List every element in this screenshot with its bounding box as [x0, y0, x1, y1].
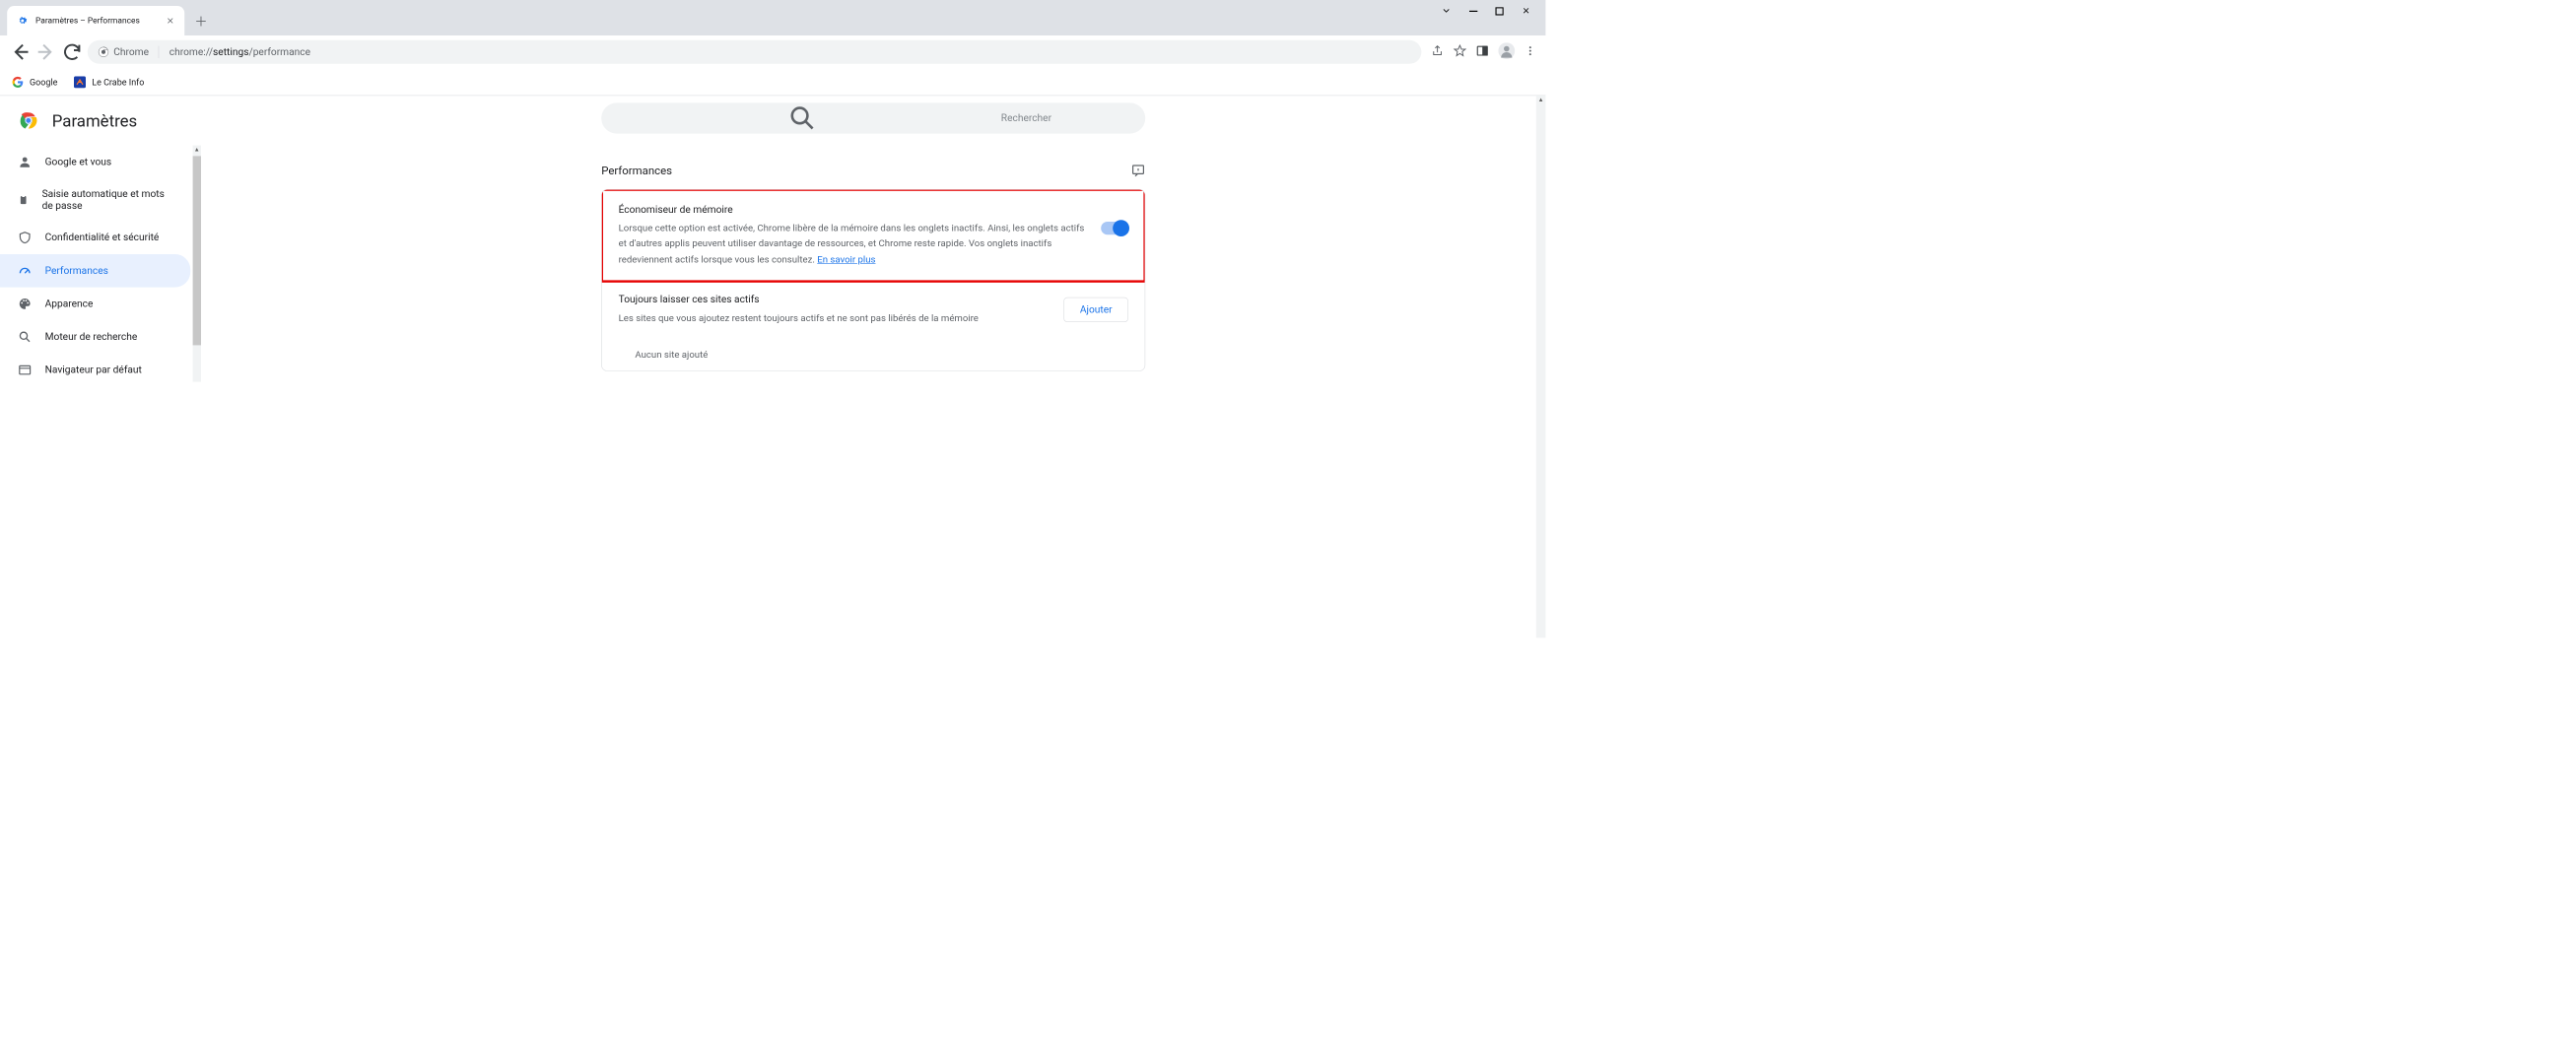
memory-saver-toggle[interactable] — [1101, 222, 1128, 234]
always-active-row: Toujours laisser ces sites actifs Les si… — [602, 282, 1145, 338]
add-site-button[interactable]: Ajouter — [1064, 298, 1128, 322]
maximize-icon[interactable] — [1495, 6, 1503, 17]
main-scrollbar[interactable]: ▲ — [1536, 96, 1546, 637]
bookmark-google[interactable]: Google — [12, 76, 57, 88]
settings-search[interactable] — [601, 102, 1145, 133]
titlebar: Paramètres – Performances ＋ — [0, 0, 1545, 35]
sidebar-item-privacy[interactable]: Confidentialité et sécurité — [0, 221, 190, 254]
forward-button[interactable] — [35, 41, 57, 63]
sidebar-item-performance[interactable]: Performances — [0, 254, 190, 288]
learn-more-link[interactable]: En savoir plus — [817, 253, 875, 264]
settings-brand: Paramètres — [0, 96, 201, 145]
google-icon — [12, 76, 24, 88]
minimize-icon[interactable] — [1469, 6, 1477, 17]
memory-saver-title: Économiseur de mémoire — [619, 204, 1087, 216]
bookmarks-bar: Google Le Crabe Info — [0, 69, 1545, 97]
tab-title: Paramètres – Performances — [35, 16, 159, 26]
menu-icon[interactable] — [1525, 44, 1536, 58]
feedback-icon[interactable] — [1131, 164, 1145, 177]
toolbar: Chrome │ chrome://settings/performance — [0, 35, 1545, 69]
clipboard-icon — [18, 193, 29, 207]
shield-icon — [18, 231, 32, 244]
site-chip: Chrome — [99, 46, 149, 58]
side-panel-icon[interactable] — [1476, 44, 1489, 60]
sidebar-item-autofill[interactable]: Saisie automatique et mots de passe — [0, 178, 190, 221]
browser-tab[interactable]: Paramètres – Performances — [7, 6, 184, 35]
main-content: ▲ Performances Économiseur de mémoire Lo… — [201, 96, 1545, 637]
search-input[interactable] — [1001, 112, 1132, 124]
window-controls — [1426, 0, 1545, 24]
crab-icon — [74, 76, 86, 88]
share-icon[interactable] — [1431, 44, 1444, 60]
sidebar: Paramètres Google et vous Saisie automat… — [0, 96, 201, 637]
search-icon — [614, 102, 990, 133]
new-tab-button[interactable]: ＋ — [190, 10, 212, 32]
performance-card: Économiseur de mémoire Lorsque cette opt… — [601, 189, 1145, 371]
address-bar[interactable]: Chrome │ chrome://settings/performance — [88, 40, 1422, 64]
close-icon[interactable] — [166, 16, 175, 26]
memory-saver-row: Économiseur de mémoire Lorsque cette opt… — [602, 190, 1145, 282]
search-icon — [18, 330, 32, 344]
chrome-icon — [99, 46, 109, 57]
palette-icon — [18, 297, 32, 310]
chevron-down-icon[interactable] — [1441, 5, 1452, 18]
person-icon — [18, 155, 32, 168]
sidebar-scrollbar[interactable]: ▲ — [193, 146, 201, 382]
browser-icon — [18, 363, 32, 376]
page-title: Paramètres — [52, 111, 137, 131]
chrome-logo-icon — [18, 110, 39, 132]
always-active-title: Toujours laisser ces sites actifs — [619, 294, 1064, 305]
gear-icon — [17, 15, 29, 27]
bookmark-star-icon[interactable] — [1454, 44, 1466, 60]
gauge-icon — [18, 264, 32, 278]
back-button[interactable] — [10, 41, 32, 63]
sidebar-item-default-browser[interactable]: Navigateur par défaut — [0, 354, 190, 387]
profile-avatar[interactable] — [1498, 42, 1515, 61]
bookmark-lecrabeinfo[interactable]: Le Crabe Info — [74, 76, 144, 88]
sidebar-item-appearance[interactable]: Apparence — [0, 288, 190, 321]
sidebar-item-google[interactable]: Google et vous — [0, 146, 190, 179]
empty-sites-text: Aucun site ajouté — [602, 338, 1145, 370]
section-heading: Performances — [601, 164, 672, 177]
reload-button[interactable] — [61, 41, 83, 63]
memory-saver-desc: Lorsque cette option est activée, Chrome… — [619, 221, 1087, 268]
window-close-icon[interactable] — [1522, 6, 1531, 18]
always-active-desc: Les sites que vous ajoutez restent toujo… — [619, 310, 1064, 326]
sidebar-item-search[interactable]: Moteur de recherche — [0, 320, 190, 354]
url: chrome://settings/performance — [169, 46, 310, 58]
